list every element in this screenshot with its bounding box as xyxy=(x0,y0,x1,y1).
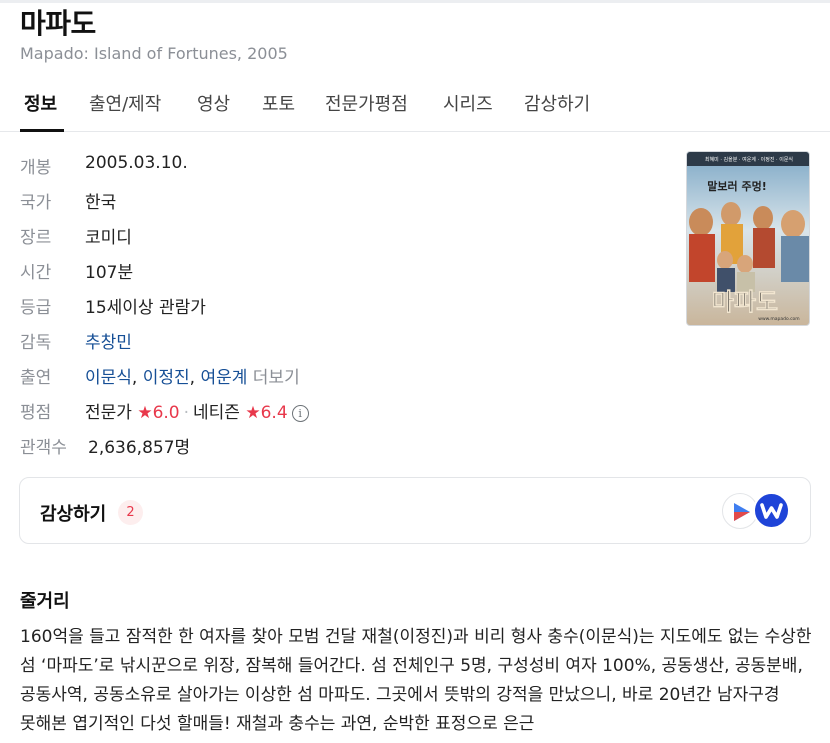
watch-count-badge: 2 xyxy=(118,500,143,525)
score-values: 전문가 ★6.0 · 네티즌 ★6.4 i xyxy=(85,398,309,423)
critic-star-icon: ★ xyxy=(137,403,153,423)
critic-label: 전문가 xyxy=(85,403,132,423)
watch-title: 감상하기 xyxy=(40,504,107,525)
audience-label: 관객수 xyxy=(20,438,67,458)
movie-poster[interactable]: 최혜미 · 김을분 · 여운계 · 이정진 · 이문식 말보러 주멍! 마파도 … xyxy=(686,151,810,326)
cast-link-2[interactable]: 이정진 xyxy=(143,368,190,388)
runtime-label: 시간 xyxy=(20,263,52,283)
director-label: 감독 xyxy=(20,333,52,353)
release-value: 2005.03.10. xyxy=(85,153,188,173)
cast-link-1[interactable]: 이문식 xyxy=(85,368,132,388)
synopsis-text: 160억을 들고 잠적한 한 여자를 찾아 모범 건달 재철(이정진)과 비리 … xyxy=(20,627,812,734)
synopsis-heading: 줄거리 xyxy=(20,591,70,612)
rating-label: 등급 xyxy=(20,298,52,318)
runtime-value: 107분 xyxy=(85,263,134,283)
country-label: 국가 xyxy=(20,193,52,213)
critic-score: 6.0 xyxy=(152,403,180,423)
top-divider xyxy=(0,0,830,3)
score-label: 평점 xyxy=(20,403,52,423)
tab-watch[interactable]: 감상하기 xyxy=(524,90,590,116)
page-subtitle: Mapado: Island of Fortunes, 2005 xyxy=(20,44,288,63)
netizen-score: 6.4 xyxy=(260,403,288,423)
cast-label: 출연 xyxy=(20,368,52,388)
poster-image: 최혜미 · 김을분 · 여운계 · 이정진 · 이문식 말보러 주멍! 마파도 … xyxy=(687,152,809,325)
cast-more-button[interactable]: 더보기 xyxy=(253,368,300,388)
release-label: 개봉 xyxy=(20,158,52,178)
cast-link-3[interactable]: 여운계 xyxy=(200,368,247,388)
score-separator: · xyxy=(183,403,190,423)
poster-url: www.mapado.com xyxy=(758,316,799,322)
poster-cast-line: 최혜미 · 김을분 · 여운계 · 이정진 · 이문식 xyxy=(705,156,793,163)
tab-bar: 정보 출연/제작 영상 포토 전문가평점 시리즈 감상하기 xyxy=(0,76,830,132)
director-link[interactable]: 추창민 xyxy=(85,328,132,353)
tab-info[interactable]: 정보 xyxy=(24,90,57,116)
cast-list: 이문식, 이정진, 여운계 더보기 xyxy=(85,363,300,388)
tab-series[interactable]: 시리즈 xyxy=(443,90,493,116)
audience-value: 2,636,857명 xyxy=(88,438,191,458)
genre-label: 장르 xyxy=(20,228,52,248)
tab-cast-crew[interactable]: 출연/제작 xyxy=(89,90,161,116)
page-title: 마파도 xyxy=(20,7,96,40)
tab-critic-rating[interactable]: 전문가평점 xyxy=(325,90,408,116)
info-icon[interactable]: i xyxy=(291,405,309,422)
poster-logo: 마파도 xyxy=(712,288,778,316)
rating-value: 15세이상 관람가 xyxy=(85,298,206,318)
cast-separator: , xyxy=(131,368,138,388)
active-tab-indicator xyxy=(20,129,64,132)
netizen-label: 네티즌 xyxy=(193,403,240,423)
tab-video[interactable]: 영상 xyxy=(197,90,230,116)
watcha-icon[interactable] xyxy=(753,492,790,529)
country-value: 한국 xyxy=(85,193,117,213)
netizen-star-icon: ★ xyxy=(245,403,261,423)
watch-card[interactable]: 감상하기 2 xyxy=(19,477,811,544)
poster-tagline: 말보러 주멍! xyxy=(707,179,766,193)
genre-value: 코미디 xyxy=(85,228,132,248)
watcha-w-icon xyxy=(760,503,783,519)
cast-separator: , xyxy=(189,368,196,388)
tab-photo[interactable]: 포토 xyxy=(262,90,295,116)
